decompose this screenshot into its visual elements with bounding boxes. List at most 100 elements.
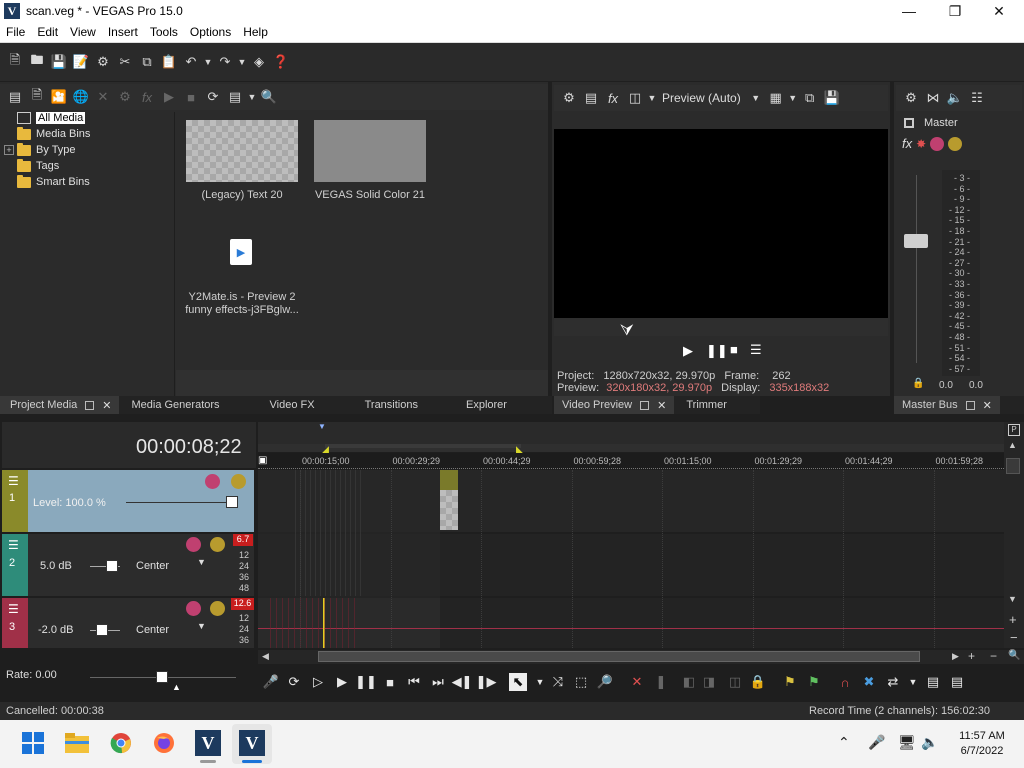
split-screen-icon[interactable]: ◫ [624, 87, 646, 109]
rate-slider[interactable] [156, 671, 168, 683]
insert-region-icon[interactable]: ⚑ [805, 673, 823, 691]
selection-tool-icon[interactable]: ⬚ [572, 673, 590, 691]
tree-item-tags[interactable]: Tags [4, 158, 170, 174]
copy-icon[interactable]: ⧉ [136, 51, 158, 73]
preview-stop-icon[interactable]: ■ [730, 342, 738, 357]
zoom-out-vertical-icon[interactable]: − [1010, 630, 1018, 645]
playhead-icon[interactable]: ▣ [258, 455, 267, 466]
next-frame-icon[interactable]: ❚▶ [476, 673, 497, 691]
vegas-taskbar-icon-1[interactable]: V [195, 730, 221, 756]
menu-options[interactable]: Options [184, 25, 237, 39]
scroll-down-icon[interactable]: ▼ [1008, 594, 1017, 604]
media-thumb-solid-color[interactable] [314, 120, 426, 182]
remove-icon[interactable]: ✕ [92, 86, 114, 108]
close-icon[interactable]: ✕ [657, 399, 666, 412]
undock-icon[interactable] [85, 400, 95, 410]
open-folder-icon[interactable]: 🖿 [26, 51, 48, 73]
track-3-mute-icon[interactable] [186, 601, 201, 616]
new-project-icon[interactable]: 🗎 [4, 51, 26, 73]
track-1-level-slider[interactable] [226, 496, 238, 508]
mixer-icon[interactable]: ☷ [966, 87, 988, 109]
scroll-right-icon[interactable]: ▶ [952, 651, 959, 662]
undock-icon[interactable] [640, 400, 650, 410]
menu-insert[interactable]: Insert [102, 25, 144, 39]
loop-playback-icon[interactable]: ⟳ [285, 673, 303, 691]
capture-icon[interactable]: 🎦 [48, 86, 70, 108]
preview-screen[interactable] [554, 129, 888, 318]
track-3-solo-icon[interactable] [210, 601, 225, 616]
track-menu-icon[interactable]: ☰ [8, 474, 19, 488]
stop-icon[interactable]: ■ [381, 673, 399, 691]
lock-icon[interactable]: 🔒 [912, 378, 924, 389]
mute-icon[interactable] [930, 136, 945, 151]
go-to-start-icon[interactable]: ⏮ [405, 673, 423, 691]
play-icon[interactable]: ▶ [158, 86, 180, 108]
maximize-button[interactable]: ❐ [932, 0, 978, 22]
expand-icon[interactable]: + [4, 145, 14, 155]
redo-dropdown-icon[interactable]: ▼ [236, 51, 248, 73]
track-menu-icon[interactable]: ☰ [8, 602, 19, 616]
track-2-solo-icon[interactable] [210, 537, 225, 552]
close-button[interactable]: ✕ [976, 0, 1022, 22]
minimize-button[interactable]: — [886, 0, 932, 22]
timeline-timecode[interactable]: 00:00:08;22 [136, 436, 242, 459]
save-snapshot-icon[interactable]: 💾 [821, 87, 843, 109]
close-icon[interactable]: ✕ [102, 399, 111, 412]
split-icon[interactable]: ◫ [726, 673, 744, 691]
save-icon[interactable]: 💾 [48, 51, 70, 73]
overlays-grid-icon[interactable]: ▦ [765, 87, 787, 109]
ignore-event-grouping-icon[interactable]: ▤ [948, 673, 966, 691]
play-from-start-icon[interactable]: ▷ [309, 673, 327, 691]
preview-quality[interactable]: Preview (Auto) [662, 91, 741, 105]
video-fx-icon[interactable]: fx [602, 87, 624, 109]
zoom-in-horizontal-icon[interactable]: + [968, 649, 975, 663]
redo-icon[interactable]: ↷ [214, 51, 236, 73]
video-file-icon[interactable]: ▶ [230, 239, 252, 265]
track-3-pan-dropdown-icon[interactable]: ▼ [197, 621, 206, 631]
master-fx-chain-icon[interactable]: ✸ [916, 137, 926, 151]
firefox-icon[interactable] [151, 730, 177, 756]
copy-snapshot-icon[interactable]: ⧉ [799, 87, 821, 109]
external-monitor-icon[interactable]: ▤ [580, 87, 602, 109]
track-2-pan-dropdown-icon[interactable]: ▼ [197, 557, 206, 567]
snapping-magnet-icon[interactable]: ∩ [836, 673, 854, 691]
insert-marker-icon[interactable]: ⚑ [781, 673, 799, 691]
undo-dropdown-icon[interactable]: ▼ [202, 51, 214, 73]
file-explorer-icon[interactable] [64, 730, 90, 756]
undo-icon[interactable]: ↶ [180, 51, 202, 73]
scroll-left-icon[interactable]: ◀ [262, 651, 269, 662]
auto-ripple-icon[interactable]: ⇄ [884, 673, 902, 691]
chrome-icon[interactable] [108, 730, 134, 756]
vegas-taskbar-icon-2[interactable]: V [239, 730, 265, 756]
track-1-mute-icon[interactable] [205, 474, 220, 489]
go-to-end-icon[interactable]: ⏭ [429, 673, 447, 691]
volume-icon[interactable]: 🔈 [921, 734, 938, 751]
search-icon[interactable]: 🔍 [258, 86, 280, 108]
zoom-out-horizontal-icon[interactable]: − [990, 649, 997, 663]
tab-video-fx[interactable]: Video FX [270, 396, 315, 414]
system-clock[interactable]: 11:57 AM 6/7/2022 [952, 729, 1012, 759]
track-3-volume-slider[interactable] [96, 624, 108, 636]
tab-master-bus[interactable]: Master Bus ✕ [894, 396, 1000, 414]
properties-gear-icon[interactable]: ⚙ [92, 51, 114, 73]
paste-icon[interactable]: 📋 [158, 51, 180, 73]
menu-help[interactable]: Help [237, 25, 274, 39]
undock-icon[interactable] [965, 400, 975, 410]
scroll-up-icon[interactable]: ▲ [1008, 440, 1017, 450]
tab-media-generators[interactable]: Media Generators [131, 396, 219, 414]
master-fader-handle[interactable] [904, 234, 928, 248]
tab-project-media[interactable]: Project Media ✕ [0, 396, 120, 414]
edit-tool-dropdown-icon[interactable]: ▼ [531, 673, 549, 691]
preview-quality-dropdown-icon[interactable]: ▼ [747, 87, 765, 109]
tab-transitions[interactable]: Transitions [365, 396, 418, 414]
pause-icon[interactable]: ❚❚ [355, 673, 377, 691]
tree-item-media-bins[interactable]: Media Bins [4, 126, 170, 142]
media-properties-icon[interactable]: ⚙ [114, 86, 136, 108]
menu-tools[interactable]: Tools [144, 25, 184, 39]
previous-frame-icon[interactable]: ◀❚ [452, 673, 473, 691]
record-icon[interactable]: 🎤 [262, 673, 280, 691]
track-2-mute-icon[interactable] [186, 537, 201, 552]
solo-icon[interactable] [948, 136, 963, 151]
preview-menu-icon[interactable]: ☰ [750, 342, 762, 358]
overlays-dropdown-icon[interactable]: ▼ [787, 87, 799, 109]
